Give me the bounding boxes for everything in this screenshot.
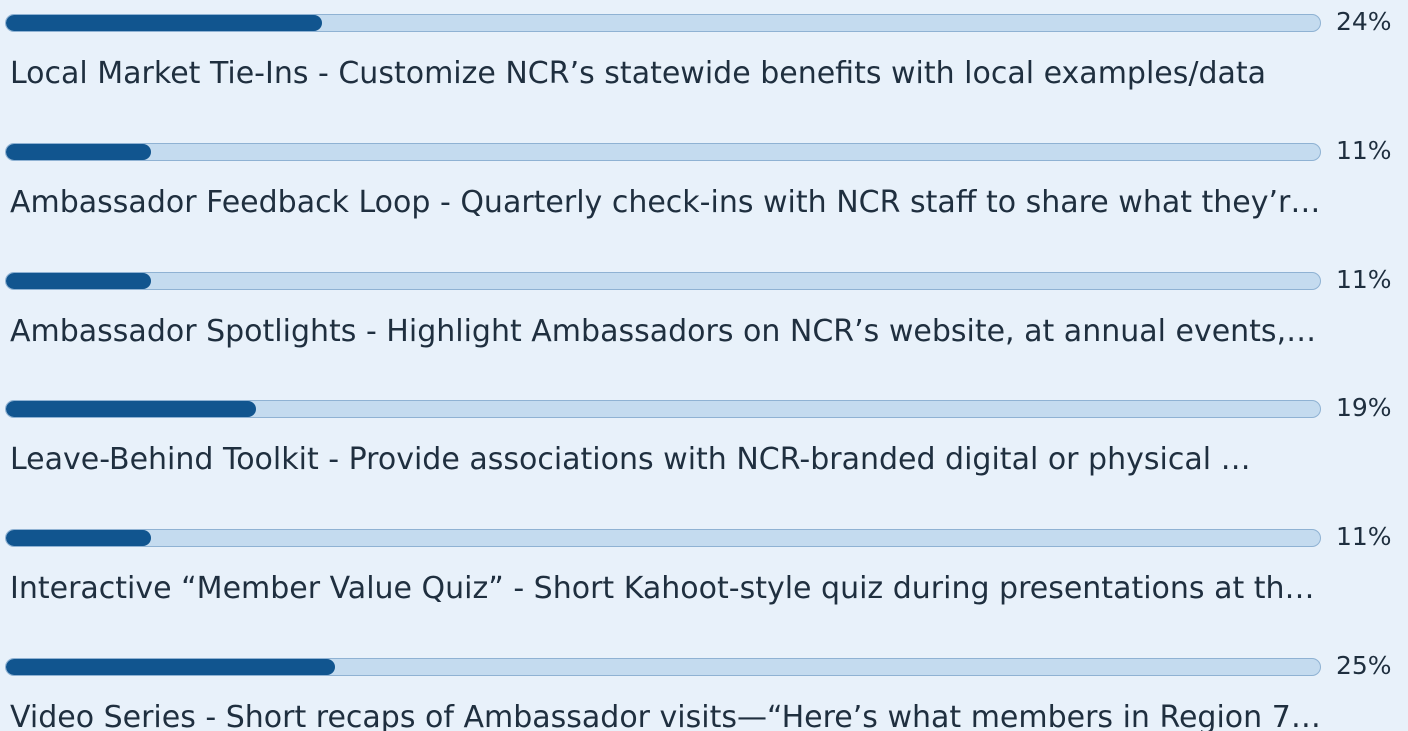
chart-row: 24% Local Market Tie-Ins - Customize NCR’… (0, 7, 1408, 114)
bar-track (5, 400, 1321, 418)
bar-fill (6, 530, 151, 546)
category-label: Leave-Behind Toolkit - Provide associati… (10, 442, 1251, 477)
category-label: Video Series - Short recaps of Ambassado… (10, 700, 1325, 731)
poll-results-chart: 24% Local Market Tie-Ins - Customize NCR’… (0, 0, 1408, 731)
percentage-label: 11% (1336, 136, 1392, 165)
category-label: Ambassador Feedback Loop - Quarterly che… (10, 185, 1321, 220)
chart-row: 11% Interactive “Member Value Quiz” - Sho… (0, 522, 1408, 629)
bar-track (5, 272, 1321, 290)
bar-fill (6, 401, 256, 417)
bar-track (5, 529, 1321, 547)
category-label: Ambassador Spotlights - Highlight Ambass… (10, 314, 1317, 349)
chart-row: 11% Ambassador Spotlights - Highlight Amb… (0, 265, 1408, 372)
chart-row: 19% Leave-Behind Toolkit - Provide associ… (0, 393, 1408, 500)
category-label: Interactive “Member Value Quiz” - Short … (10, 571, 1315, 606)
chart-row: 11% Ambassador Feedback Loop - Quarterly … (0, 136, 1408, 243)
category-label: Local Market Tie-Ins - Customize NCR’s s… (10, 56, 1267, 91)
percentage-label: 11% (1336, 265, 1392, 294)
bar-track (5, 14, 1321, 32)
bar-track (5, 658, 1321, 676)
percentage-label: 24% (1336, 7, 1392, 36)
percentage-label: 25% (1336, 651, 1392, 680)
percentage-label: 11% (1336, 522, 1392, 551)
bar-fill (6, 15, 322, 31)
bar-track (5, 143, 1321, 161)
bar-fill (6, 273, 151, 289)
bar-fill (6, 659, 335, 675)
chart-row: 25% Video Series - Short recaps of Ambass… (0, 651, 1408, 731)
percentage-label: 19% (1336, 393, 1392, 422)
bar-fill (6, 144, 151, 160)
